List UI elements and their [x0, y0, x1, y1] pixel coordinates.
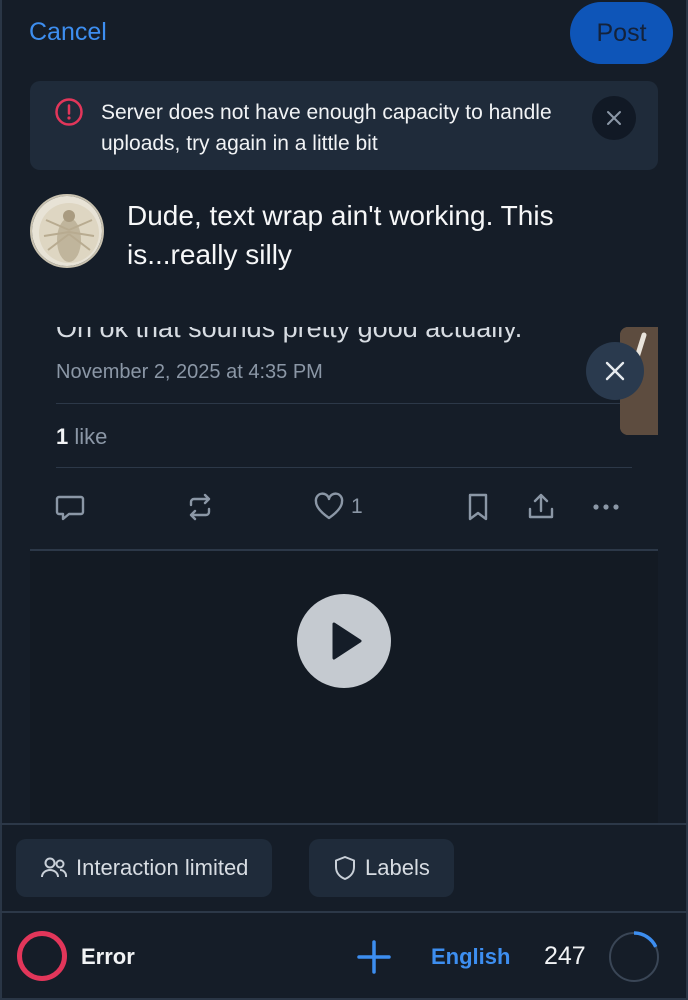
labels-label: Labels — [365, 855, 430, 880]
likes-label: like — [74, 424, 108, 449]
add-thread-button[interactable] — [353, 936, 395, 978]
divider — [0, 911, 688, 913]
error-label: Error — [81, 944, 135, 969]
interaction-settings-button[interactable]: Interaction limited — [16, 839, 273, 897]
upload-error-indicator — [17, 931, 67, 981]
alert-circle-icon — [54, 97, 84, 127]
divider — [0, 823, 688, 825]
post-actions: 1 — [30, 487, 658, 529]
banner-close-button[interactable] — [592, 96, 636, 140]
post-button[interactable]: Post — [570, 2, 673, 64]
shield-icon — [335, 856, 355, 880]
error-banner: Server does not have enough capacity to … — [30, 81, 658, 170]
plus-icon — [357, 940, 391, 974]
avatar — [30, 194, 104, 268]
cancel-button[interactable]: Cancel — [29, 18, 107, 47]
share-icon[interactable] — [525, 487, 557, 527]
embed-date: November 2, 2025 at 4:35 PM — [56, 361, 323, 383]
quoted-post-embed: Oh ok that sounds pretty good actually. … — [30, 327, 658, 824]
language-selector[interactable]: English — [431, 944, 510, 970]
heart-icon — [314, 492, 344, 520]
labels-button[interactable]: Labels — [309, 839, 454, 897]
repost-icon[interactable] — [184, 487, 216, 527]
video-embed — [30, 551, 658, 824]
character-count: 247 — [544, 942, 586, 970]
close-icon — [607, 111, 621, 125]
post-text-input[interactable]: Dude, text wrap ain't working. This is..… — [127, 196, 647, 274]
like-count: 1 — [351, 495, 363, 518]
bookmark-icon[interactable] — [462, 487, 494, 527]
like-button[interactable]: 1 — [313, 487, 363, 527]
divider — [56, 467, 632, 468]
likes-count: 1 — [56, 424, 69, 449]
divider — [56, 403, 632, 404]
remove-embed-button[interactable] — [586, 342, 644, 400]
banner-message: Server does not have enough capacity to … — [101, 101, 552, 155]
interaction-label: Interaction limited — [76, 855, 249, 880]
embed-partial-text: Oh ok that sounds pretty good actually. — [56, 327, 523, 343]
people-icon — [41, 857, 68, 878]
likes-summary[interactable]: 1 like — [56, 424, 107, 450]
character-progress-ring — [608, 931, 660, 983]
close-icon — [605, 361, 625, 381]
reply-icon[interactable] — [54, 487, 86, 527]
more-options-icon[interactable] — [590, 487, 622, 527]
play-icon — [332, 622, 362, 660]
play-button[interactable] — [297, 594, 391, 688]
